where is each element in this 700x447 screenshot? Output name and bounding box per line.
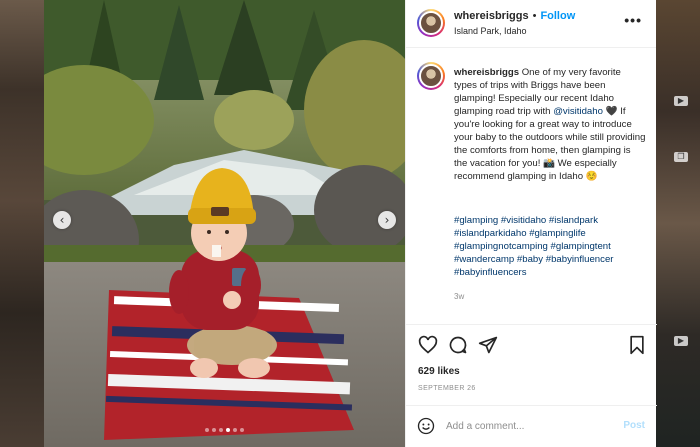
- header-user-row: whereisbriggs • Follow: [454, 10, 575, 22]
- caption-username-link[interactable]: whereisbriggs: [454, 67, 519, 78]
- post-photo[interactable]: ‹ ›: [44, 0, 405, 447]
- carousel-dot: [233, 428, 237, 432]
- carousel-dot: [212, 428, 216, 432]
- post-date: SEPTEMBER 26: [418, 385, 476, 392]
- action-bar: [406, 324, 657, 365]
- follow-button[interactable]: Follow: [540, 10, 575, 22]
- background-feed-left: [0, 0, 44, 447]
- previous-photo-button[interactable]: ‹: [53, 211, 71, 229]
- emoji-smiley-icon[interactable]: [417, 417, 435, 435]
- comment-bubble-icon[interactable]: [448, 335, 468, 355]
- carousel-dot: [219, 428, 223, 432]
- more-options-icon[interactable]: •••: [624, 12, 642, 28]
- location-link[interactable]: Island Park, Idaho: [454, 26, 527, 36]
- caption-text-continued: 🖤 If you're looking for a great way to i…: [454, 106, 646, 182]
- comment-input[interactable]: [446, 418, 606, 434]
- likes-count[interactable]: 629 likes: [418, 366, 460, 377]
- share-paper-plane-icon[interactable]: [478, 335, 498, 355]
- carousel-dot: [240, 428, 244, 432]
- hashtag-list[interactable]: #glamping #visitidaho #islandpark #islan…: [454, 214, 646, 279]
- post-comment-button[interactable]: Post: [623, 420, 645, 431]
- separator-dot: •: [532, 10, 537, 22]
- avatar[interactable]: [417, 9, 445, 37]
- photo-illustration: [44, 0, 405, 447]
- comments-section: whereisbriggs One of my very favorite ty…: [406, 48, 657, 323]
- post-caption: whereisbriggs One of my very favorite ty…: [454, 66, 646, 183]
- carousel-dot: [226, 428, 230, 432]
- caption-avatar[interactable]: [417, 62, 445, 90]
- background-feed-right: ▶ ❐ ▶: [656, 0, 700, 447]
- post-header: whereisbriggs • Follow Island Park, Idaho …: [406, 0, 656, 48]
- mention-link[interactable]: @visitidaho: [553, 106, 603, 117]
- video-icon: ▶: [674, 96, 688, 106]
- save-bookmark-icon[interactable]: [627, 335, 647, 355]
- carousel-dot: [205, 428, 209, 432]
- username-link[interactable]: whereisbriggs: [454, 10, 529, 22]
- carousel-dots: [44, 419, 405, 437]
- time-ago: 3w: [454, 292, 465, 301]
- video-icon: ▶: [674, 336, 688, 346]
- next-photo-button[interactable]: ›: [378, 211, 396, 229]
- add-comment-bar: Post: [406, 405, 657, 447]
- like-heart-icon[interactable]: [418, 335, 438, 355]
- post-detail-panel: whereisbriggs • Follow Island Park, Idaho …: [405, 0, 657, 447]
- carousel-icon: ❐: [674, 152, 688, 162]
